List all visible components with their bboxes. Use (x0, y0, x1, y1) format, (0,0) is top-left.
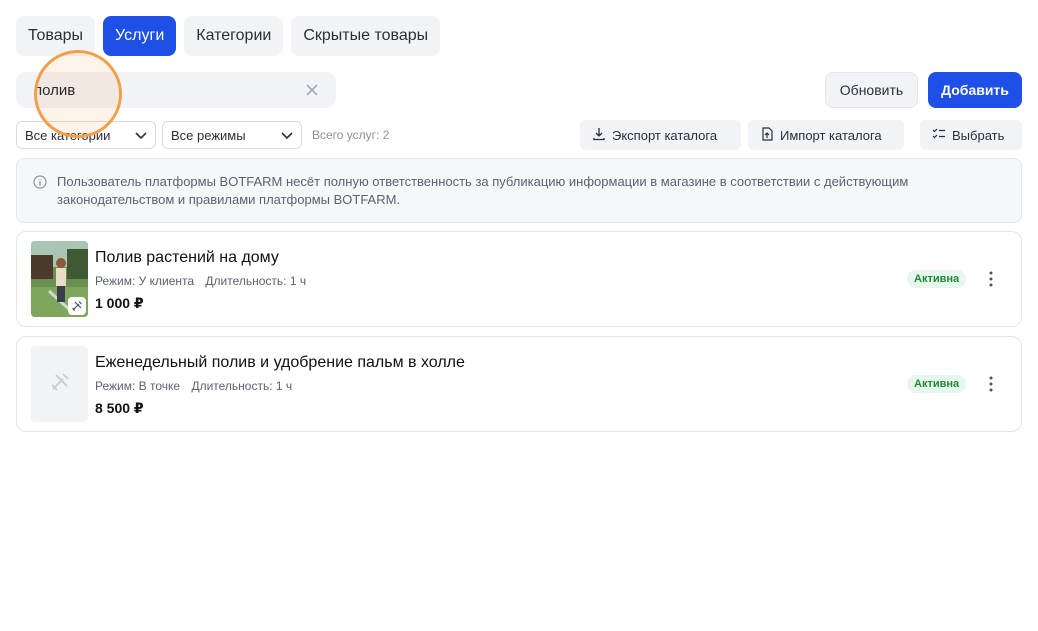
export-catalog-button[interactable]: Экспорт каталога (580, 120, 741, 150)
clear-search-icon[interactable] (304, 82, 320, 98)
import-catalog-button[interactable]: Импорт каталога (748, 120, 904, 150)
tab-bar: Товары Услуги Категории Скрытые товары (16, 16, 441, 56)
add-button[interactable]: Добавить (928, 72, 1022, 108)
select-mode-label: Выбрать (952, 127, 1005, 143)
import-catalog-label: Импорт каталога (780, 127, 882, 143)
service-meta: Режим: В точке Длительность: 1 ч (95, 379, 292, 393)
download-icon (592, 127, 606, 144)
service-mode: Режим: В точке (95, 379, 181, 393)
service-duration: Длительность: 1 ч (191, 379, 293, 393)
category-select[interactable]: Все категории (16, 121, 156, 149)
tools-icon (68, 297, 86, 315)
search-input[interactable] (34, 81, 304, 99)
service-card[interactable]: Полив растений на дому Режим: У клиента … (16, 231, 1022, 327)
refresh-button[interactable]: Обновить (825, 72, 918, 108)
info-icon (33, 173, 47, 222)
tab-categories[interactable]: Категории (184, 16, 284, 56)
tab-products[interactable]: Товары (16, 16, 96, 56)
service-mode: Режим: У клиента (95, 274, 195, 288)
service-photo-placeholder (31, 346, 88, 422)
checklist-icon (932, 127, 946, 144)
service-price: 8 500 ₽ (95, 400, 144, 416)
service-card[interactable]: Еженедельный полив и удобрение пальм в х… (16, 336, 1022, 432)
service-title: Полив растений на дому (95, 249, 279, 266)
tools-icon (50, 372, 70, 397)
mode-select[interactable]: Все режимы (162, 121, 302, 149)
status-badge: Активна (907, 375, 967, 393)
tab-hidden-products[interactable]: Скрытые товары (291, 16, 441, 56)
service-duration: Длительность: 1 ч (205, 274, 307, 288)
select-mode-button[interactable]: Выбрать (920, 120, 1022, 150)
search-box (16, 72, 336, 108)
status-badge: Активна (907, 270, 967, 288)
category-select-value: Все категории (25, 127, 111, 143)
service-price: 1 000 ₽ (95, 295, 144, 311)
responsibility-notice: Пользователь платформы BOTFARM несёт пол… (16, 158, 1022, 223)
notice-text: Пользователь платформы BOTFARM несёт пол… (57, 174, 909, 207)
mode-select-value: Все режимы (171, 127, 246, 143)
chevron-down-icon (135, 128, 147, 143)
more-options-icon[interactable] (983, 373, 999, 395)
service-photo (31, 241, 88, 317)
file-upload-icon (760, 126, 774, 144)
chevron-down-icon (281, 128, 293, 143)
export-catalog-label: Экспорт каталога (612, 127, 718, 143)
tab-services[interactable]: Услуги (103, 16, 177, 56)
service-title: Еженедельный полив и удобрение пальм в х… (95, 354, 465, 371)
more-options-icon[interactable] (983, 268, 999, 290)
service-meta: Режим: У клиента Длительность: 1 ч (95, 274, 306, 288)
total-services-count: Всего услуг: 2 (312, 128, 390, 142)
